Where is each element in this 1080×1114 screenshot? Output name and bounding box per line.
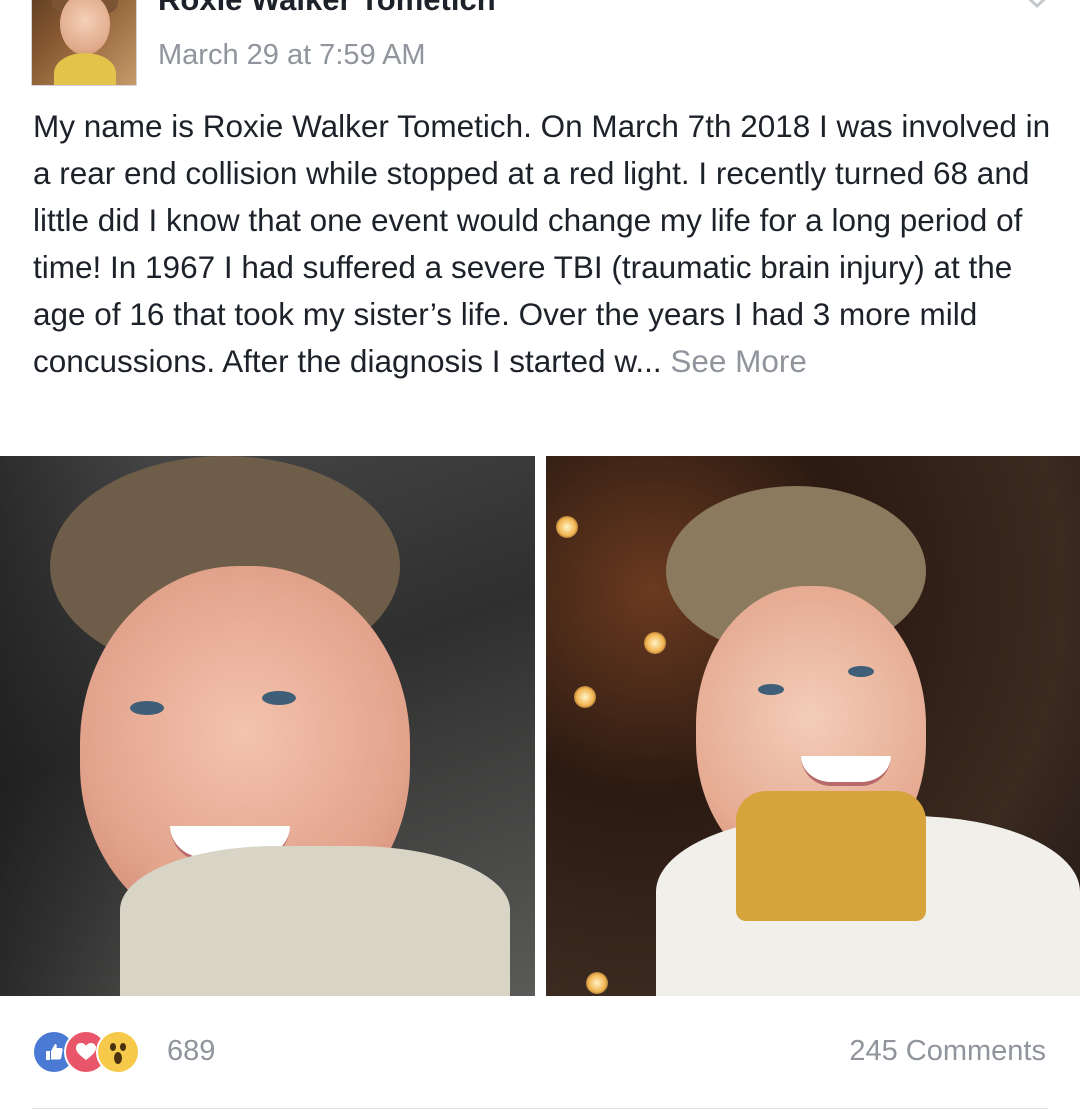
bulb-light [574, 686, 596, 708]
post-timestamp[interactable]: March 29 at 7:59 AM [158, 38, 426, 72]
scarf [120, 846, 510, 996]
bulb-light [556, 516, 578, 538]
right-eye [848, 666, 874, 677]
author-avatar[interactable] [31, 0, 137, 86]
turtleneck [736, 791, 926, 921]
left-eye [758, 684, 784, 695]
right-eye [262, 691, 296, 705]
reaction-count[interactable]: 689 [167, 1031, 215, 1071]
post-body: My name is Roxie Walker Tometich. On Mar… [33, 103, 1053, 385]
comments-count[interactable]: 245 Comments [849, 1031, 1046, 1071]
author-name[interactable]: Roxie Walker Tometich [158, 0, 496, 18]
selfie-photo[interactable] [0, 456, 535, 996]
footer-divider [32, 1108, 1048, 1109]
bulb-light [644, 632, 666, 654]
post-text: My name is Roxie Walker Tometich. On Mar… [33, 108, 1051, 379]
bulb-light [586, 972, 608, 994]
wow-icon [96, 1030, 140, 1074]
avatar-face [60, 0, 110, 55]
see-more-link[interactable]: See More [670, 343, 807, 379]
post-header: Roxie Walker Tometich March 29 at 7:59 A… [0, 0, 1080, 100]
chevron-down-icon[interactable] [1020, 0, 1054, 12]
left-eye [130, 701, 164, 715]
photo-grid [0, 456, 1080, 996]
portrait-photo[interactable] [546, 456, 1080, 996]
avatar-scarf [54, 53, 116, 85]
